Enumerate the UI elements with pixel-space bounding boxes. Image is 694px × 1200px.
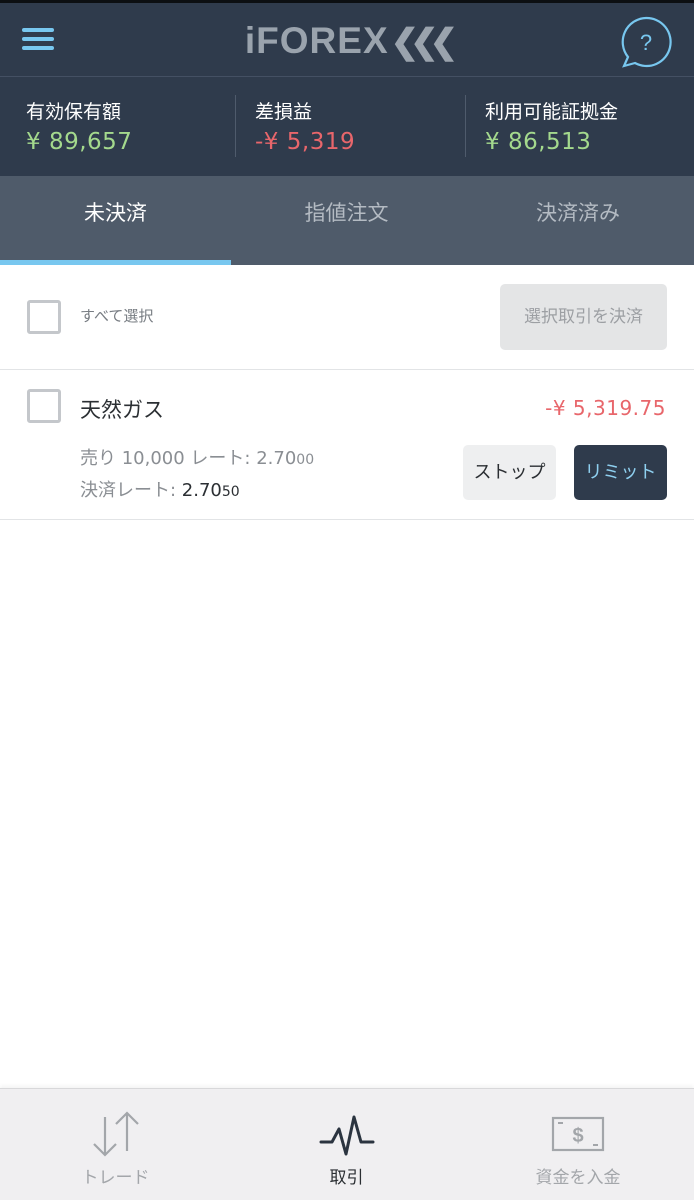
pnl-label: 差損益 <box>255 101 313 123</box>
summary-divider <box>465 95 466 157</box>
nav-item-deposit[interactable]: $ 資金を入金 <box>462 1089 694 1200</box>
tab-pending-orders[interactable]: 指値注文 <box>231 176 462 265</box>
close-rate-small: 50 <box>221 484 240 500</box>
select-all-checkbox[interactable] <box>27 300 61 334</box>
pulse-line-icon <box>319 1109 375 1163</box>
close-rate-info: 決済レート: 2.7050 <box>80 476 240 502</box>
trade-info: 売り 10,000 レート: 2.7000 <box>80 444 314 470</box>
close-rate-prefix: 決済レート: <box>80 480 182 501</box>
tab-open-positions[interactable]: 未決済 <box>0 176 231 265</box>
nav-item-transactions[interactable]: 取引 <box>231 1089 462 1200</box>
position-tabs: 未決済 指値注文 決済済み <box>0 176 694 265</box>
position-checkbox[interactable] <box>27 389 61 423</box>
pnl-value: -¥ 5,319 <box>255 129 356 155</box>
position-pnl: -¥ 5,319.75 <box>545 396 666 420</box>
stop-button[interactable]: ストップ <box>463 445 556 500</box>
nav-label-deposit: 資金を入金 <box>535 1168 621 1188</box>
close-selected-button[interactable]: 選択取引を決済 <box>500 284 667 350</box>
up-down-arrows-icon <box>88 1109 144 1163</box>
logo-text: iFOREX <box>244 20 389 61</box>
iforex-logo: iFOREX❮❮❮ <box>0 20 694 62</box>
summary-divider <box>235 95 236 157</box>
equity-label: 有効保有額 <box>26 101 122 123</box>
instrument-name: 天然ガス <box>80 398 164 422</box>
trade-info-prefix: 売り 10,000 レート: <box>80 448 257 469</box>
help-symbol: ? <box>640 30 652 55</box>
tab-closed-positions[interactable]: 決済済み <box>462 176 694 265</box>
bottom-navigation: トレード 取引 $ 資金を入金 <box>0 1088 694 1200</box>
nav-label-trade: トレード <box>81 1168 150 1188</box>
question-chat-icon[interactable]: ? <box>619 15 673 69</box>
equity-value: ¥ 89,657 <box>26 129 133 155</box>
position-row: 天然ガス -¥ 5,319.75 売り 10,000 レート: 2.7000 決… <box>0 370 694 520</box>
dollar-bill-icon: $ <box>550 1109 606 1163</box>
select-all-label: すべて選択 <box>80 307 154 325</box>
top-bar: iFOREX❮❮❮ ? <box>0 0 694 76</box>
trade-rate-small: 00 <box>296 452 315 468</box>
close-rate-main: 2.70 <box>181 480 222 501</box>
available-margin-label: 利用可能証拠金 <box>485 101 619 123</box>
select-all-row: すべて選択 選択取引を決済 <box>0 265 694 370</box>
logo-chevrons: ❮❮❮ <box>390 23 459 61</box>
svg-text:$: $ <box>572 1125 583 1147</box>
account-summary: 有効保有額 ¥ 89,657 差損益 -¥ 5,319 利用可能証拠金 ¥ 86… <box>0 76 694 176</box>
available-margin-value: ¥ 86,513 <box>485 129 592 155</box>
nav-item-trade[interactable]: トレード <box>0 1089 231 1200</box>
limit-button[interactable]: リミット <box>574 445 667 500</box>
trade-rate-main: 2.70 <box>256 448 297 469</box>
nav-label-transactions: 取引 <box>329 1168 364 1188</box>
